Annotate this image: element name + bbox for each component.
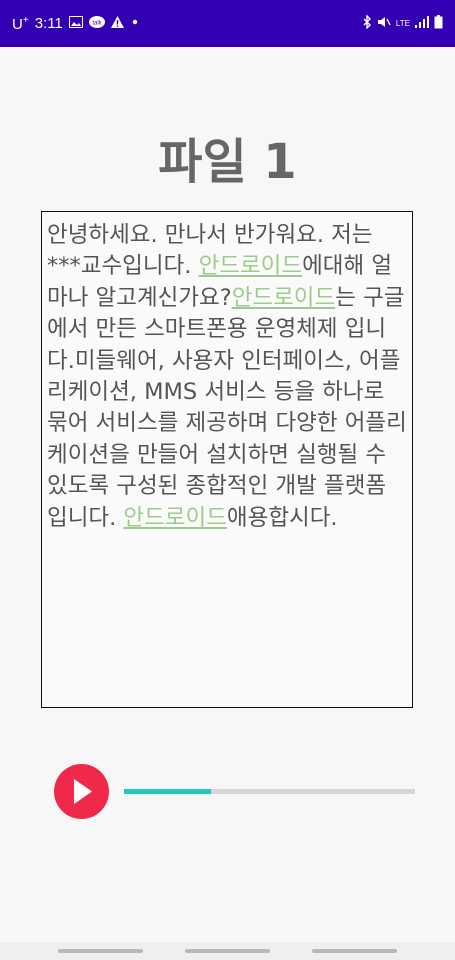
android-link[interactable]: 안드로이드 [123, 505, 227, 531]
network-label: LTE [395, 18, 410, 28]
nav-recents-button[interactable] [58, 949, 143, 953]
battery-icon [434, 15, 443, 32]
nav-back-button[interactable] [312, 949, 397, 953]
dot-icon [130, 15, 140, 32]
mute-icon [377, 15, 391, 32]
audio-player [54, 764, 416, 820]
gallery-icon [68, 15, 83, 32]
nav-home-button[interactable] [185, 949, 270, 953]
play-button[interactable] [54, 764, 109, 819]
seek-bar[interactable] [124, 789, 415, 794]
carrier-sup: + [22, 14, 29, 26]
play-icon [74, 779, 92, 804]
chat-icon: talk [88, 15, 105, 32]
content-segment: 애용합시다. [226, 504, 338, 531]
warning-icon [110, 15, 124, 32]
status-bar: U+ 3:11 talk LTE [0, 0, 455, 47]
clock: 3:11 [34, 15, 63, 32]
status-left: U+ 3:11 talk [12, 15, 140, 33]
lte-icon: LTE [395, 18, 410, 28]
seek-progress [124, 789, 212, 794]
signal-icon [415, 16, 429, 31]
page-title: 파일 1 [158, 134, 297, 190]
android-link[interactable]: 안드로이드 [199, 253, 303, 279]
bluetooth-icon [362, 14, 372, 32]
svg-text:talk: talk [92, 21, 102, 27]
navigation-bar [0, 942, 455, 960]
status-right: LTE [362, 14, 443, 32]
android-link[interactable]: 안드로이드 [232, 285, 336, 311]
carrier-label: U+ [12, 14, 29, 33]
content-text: 안녕하세요. 만나서 반가워요. 저는 ***교수입니다. 안드로이드에대해 얼… [47, 220, 408, 534]
content-segment: 는 구글에서 만든 스마트폰용 운영체제 입니다.미들웨어, 사용자 인터페이스… [47, 284, 407, 531]
content-box: 안녕하세요. 만나서 반가워요. 저는 ***교수입니다. 안드로이드에대해 얼… [41, 211, 413, 708]
